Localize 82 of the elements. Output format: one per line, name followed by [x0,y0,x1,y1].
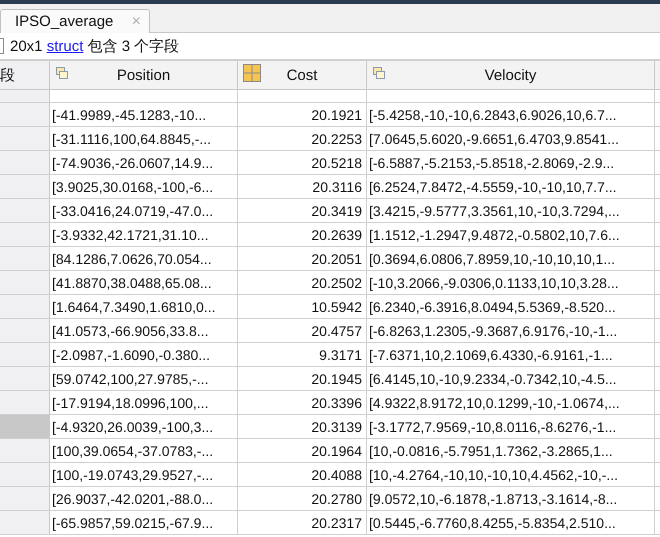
table-cell: [-74.9036,-26.0607,14.9... [50,151,238,174]
table-cell: [6.4145,10,-10,9.2334,-0.7342,10,-4.5... [367,367,655,390]
table-cell: 20.1964 [238,439,367,462]
table-cell: [-31.1116,100,64.8845,-... [50,127,238,150]
table-cell: [-6.8263,1.2305,-9.3687,6.9176,-10,-1... [367,319,655,342]
table-cell: 20.1921 [238,103,367,126]
table-cell: 20.2253 [238,127,367,150]
table-cell: [-33.0416,24.0719,-47.0... [50,199,238,222]
table-cell: 20.1945 [238,367,367,390]
table-cell: [-17.9194,18.0996,100,... [50,391,238,414]
table-cell: 9.3171 [238,343,367,366]
table-cell: [-5.4258,-10,-10,6.2843,6.9026,10,6.7... [367,103,655,126]
row-header[interactable] [0,511,50,534]
table-cell: 20.4757 [238,319,367,342]
row-header[interactable] [0,367,50,390]
table-cell: [3.4215,-9.5777,3.3561,10,-10,3.7294,... [367,199,655,222]
table-cell: [100,39.0654,-37.0783,-... [50,439,238,462]
table-cell: [4.9322,8.9172,10,0.1299,-10,-1.0674,... [367,391,655,414]
struct-icon [372,66,386,80]
table-cell: [-10,3.2066,-9.0306,0.1133,10,10,3.28... [367,271,655,294]
table-cell: 20.3396 [238,391,367,414]
table-cell: [0.5445,-6.7760,8.4255,-5.8354,2.510... [367,511,655,534]
table-cell: 10.5942 [238,295,367,318]
table-cell: [-41.9989,-45.1283,-10... [50,103,238,126]
table-cell: [7.0645,5.6020,-9.6651,6.4703,9.8541... [367,127,655,150]
table-cell: [-3.9332,42.1721,31.10... [50,223,238,246]
row-header[interactable] [0,343,50,366]
row-header[interactable] [0,151,50,174]
table-cell: [10,-0.0816,-5.7951,1.7362,-3.2865,1... [367,439,655,462]
class-link[interactable]: struct [46,38,84,54]
row-header[interactable] [0,439,50,462]
table-cell: [-4.9320,26.0039,-100,3... [50,415,238,438]
row-header[interactable] [0,415,50,438]
row-header[interactable] [0,319,50,342]
table-cell: [-6.5887,-5.2153,-5.8518,-2.8069,-2.9... [367,151,655,174]
table-cell: 20.4088 [238,463,367,486]
table-cell: [26.9037,-42.0201,-88.0... [50,487,238,510]
row-header[interactable] [0,391,50,414]
table-cell: [-65.9857,59.0215,-67.9... [50,511,238,534]
table-cell: [9.0572,10,-6.1878,-1.8713,-3.1614,-8... [367,487,655,510]
column-header[interactable]: 段 [0,61,50,89]
column-header[interactable]: Position [50,61,238,89]
row-header[interactable] [0,295,50,318]
table-cell: [41.0573,-66.9056,33.8... [50,319,238,342]
table-cell: [10,-4.2764,-10,10,-10,10,4.4562,-10,-... [367,463,655,486]
row-header[interactable] [0,223,50,246]
table-cell: 20.2051 [238,247,367,270]
row-header[interactable] [0,271,50,294]
table-cell: 20.3139 [238,415,367,438]
column-header[interactable]: Cost [238,61,367,89]
table-cell: [0.3694,6.0806,7.8959,10,-10,10,10,1... [367,247,655,270]
table-cell: [-2.0987,-1.6090,-0.380... [50,343,238,366]
row-header[interactable] [0,463,50,486]
table-cell: [1.1512,-1.2947,9.4872,-0.5802,10,7.6... [367,223,655,246]
table-cell: 20.2780 [238,487,367,510]
table-cell: [-3.1772,7.9569,-10,8.0116,-8.6276,-1... [367,415,655,438]
table-cell: 20.2317 [238,511,367,534]
table-cell: 20.3419 [238,199,367,222]
table-cell: 20.5218 [238,151,367,174]
table-cell: [1.6464,7.3490,1.6810,0... [50,295,238,318]
row-header[interactable] [0,247,50,270]
table-cell: 20.3116 [238,175,367,198]
table-cell: [100,-19.0743,29.9527,-... [50,463,238,486]
row-header[interactable] [0,103,50,126]
table-cell: 20.2502 [238,271,367,294]
table-cell: [6.2524,7.8472,-4.5559,-10,-10,10,7.7... [367,175,655,198]
table-cell: 20.2639 [238,223,367,246]
row-header[interactable] [0,199,50,222]
table-cell: [41.8870,38.0488,65.08... [50,271,238,294]
row-header[interactable] [0,487,50,510]
table-cell: [59.0742,100,27.9785,-... [50,367,238,390]
summary-text: 20x1 struct 包含 3 个字段 [10,36,180,56]
row-header[interactable] [0,175,50,198]
table-cell: [84.1286,7.0626,70.054... [50,247,238,270]
grid-icon [243,64,261,82]
struct-icon [55,66,69,80]
row-header[interactable] [0,127,50,150]
table-cell: [3.9025,30.0168,-100,-6... [50,175,238,198]
table-cell: [-7.6371,10,2.1069,6.4330,-6.9161,-1... [367,343,655,366]
editor-tab[interactable]: IPSO_average × [0,9,150,33]
table-cell: [6.2340,-6.3916,8.0494,5.5369,-8.520... [367,295,655,318]
column-header[interactable]: Velocity [367,61,655,89]
